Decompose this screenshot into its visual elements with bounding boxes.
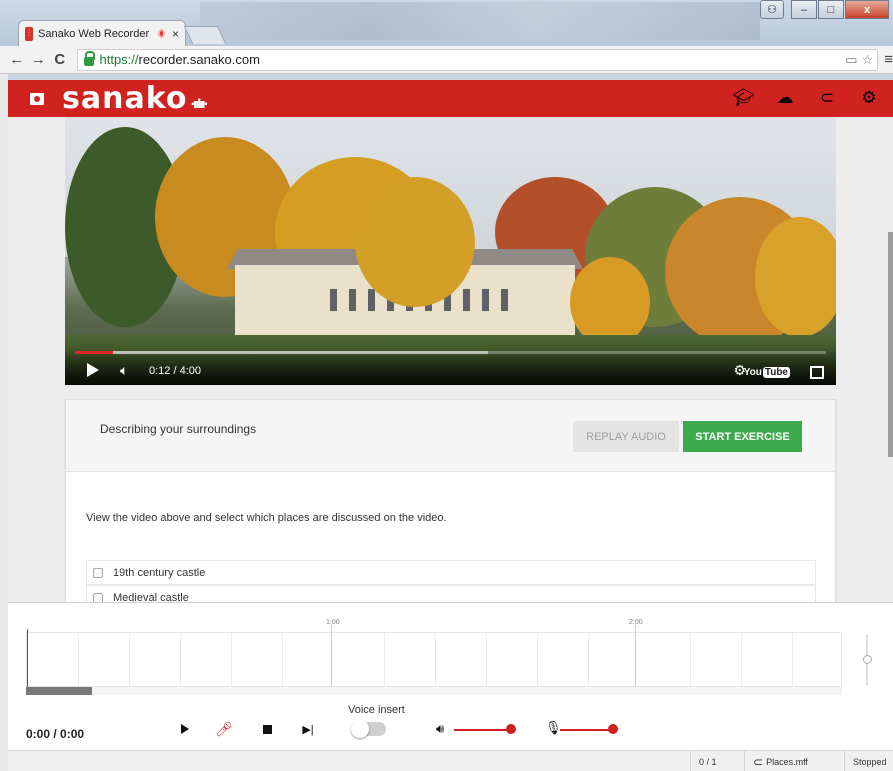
paperclip-icon: ⊂ [753, 754, 764, 769]
track-counter: 0 / 1 [690, 751, 744, 771]
zoom-slider-knob[interactable] [863, 655, 872, 664]
checkbox[interactable] [93, 592, 103, 602]
record-mic-icon[interactable]: 🎤︎ [215, 721, 233, 737]
user-profile-button[interactable]: ⚇ [760, 0, 784, 19]
voice-insert-label: Voice insert [348, 704, 405, 716]
track-count: 0 / 1 [699, 756, 717, 767]
video-progress-bar[interactable] [75, 351, 826, 354]
back-button[interactable]: ← [6, 51, 28, 68]
timeline-scrollbar-thumb[interactable] [26, 687, 92, 695]
timeline-scrollbar[interactable] [26, 687, 842, 695]
video-volume-icon[interactable]: 🔈︎ [120, 362, 128, 379]
stop-button[interactable] [259, 721, 275, 737]
ruler-label-1min: 1:00 [326, 619, 340, 626]
url-host: recorder.sanako.com [138, 52, 260, 67]
recorder-time: 0:00 / 0:00 [26, 727, 85, 741]
browser-tab[interactable]: ⫶ Sanako Web Recorder × [18, 20, 186, 46]
video-tree [755, 217, 836, 337]
youtube-logo-you: You [743, 367, 762, 378]
option-19th-century-castle[interactable]: 19th century castle [86, 560, 816, 585]
lock-icon [83, 51, 95, 66]
video-tree [355, 177, 475, 307]
omnibox-icons: ▭ ☆ [845, 52, 873, 68]
profile-icon[interactable] [30, 92, 44, 105]
url-text: https://recorder.sanako.com [100, 52, 260, 67]
window-controls: ⚇ – □ x [760, 0, 889, 19]
file-name: ⊂ Places.mff [744, 751, 844, 771]
start-exercise-button[interactable]: START EXERCISE [683, 421, 802, 452]
url-input[interactable]: https://recorder.sanako.com ▭ ☆ [76, 48, 879, 71]
microphone-icon: 🎙︎ [545, 720, 562, 735]
youtube-logo[interactable]: You Tube [744, 367, 790, 378]
option-label: 19th century castle [113, 566, 206, 579]
option-medieval-castle[interactable]: Medieval castle [86, 585, 816, 602]
exercise-header: Describing your surroundings REPLAY AUDI… [66, 400, 835, 472]
option-label: Medieval castle [113, 591, 189, 603]
recorder-panel: 1:00 2:00 0:00 / 0:00 🎤︎ ▶| Voice insert… [8, 602, 893, 750]
page-content: 🔈︎ 0:12 / 4:00 ⚙ You Tube Describing your… [8, 117, 893, 602]
playback-volume-knob[interactable] [506, 724, 516, 734]
gear-icon[interactable]: ⚙ [859, 89, 879, 107]
logo-wave-icon: ·ıılıı· [190, 96, 208, 111]
playback-volume-slider[interactable] [454, 729, 511, 731]
video-progress-fill [75, 351, 113, 354]
star-icon[interactable]: ☆ [862, 52, 874, 68]
microphone-volume-knob[interactable] [608, 724, 619, 734]
checkbox[interactable] [93, 567, 103, 578]
voice-insert-toggle-knob[interactable] [351, 720, 369, 738]
minimize-button[interactable]: – [791, 0, 817, 19]
cast-icon[interactable]: ▭ [845, 52, 857, 68]
exercise-card: Describing your surroundings REPLAY AUDI… [65, 399, 836, 602]
page-scrollbar[interactable] [888, 232, 893, 457]
video-play-button[interactable] [87, 363, 99, 377]
sanako-logo: sanako ·ıılıı· [62, 80, 208, 116]
window-titlebar: ⫶ Sanako Web Recorder × ⚇ – □ x [0, 0, 893, 46]
status-bar: 0 / 1 ⊂ Places.mff Stopped [8, 750, 893, 771]
browser-menu-icon[interactable]: ≡ [884, 51, 893, 68]
maximize-button[interactable]: □ [818, 0, 844, 19]
replay-audio-button[interactable]: REPLAY AUDIO [573, 421, 679, 452]
skip-to-end-icon[interactable]: ▶| [300, 721, 316, 737]
app-header: sanako ·ıılıı· 🎓︎ ☁ ⊂ ⚙ [8, 80, 893, 117]
waveform-timeline[interactable] [26, 625, 842, 693]
recording-indicator-icon [158, 29, 165, 38]
status-state-text: Stopped [853, 756, 887, 767]
timeline-marker-2min [635, 625, 636, 688]
header-icons: 🎓︎ ☁ ⊂ ⚙ [733, 89, 879, 107]
microphone-volume-slider[interactable] [560, 729, 614, 731]
file-name-text: Places.mff [766, 756, 808, 767]
playback-volume-icon: 🔊︎ [436, 721, 445, 736]
fullscreen-icon[interactable] [810, 366, 824, 379]
close-window-button[interactable]: x [845, 0, 889, 19]
forward-button[interactable]: → [28, 51, 50, 68]
timeline-marker-1min [331, 625, 332, 688]
cloud-icon[interactable]: ☁ [775, 89, 795, 107]
reload-button[interactable]: C [49, 51, 71, 68]
video-time: 0:12 / 4:00 [149, 365, 201, 377]
background-blur [200, 2, 760, 40]
paperclip-icon[interactable]: ⊂ [817, 89, 837, 107]
tab-title: Sanako Web Recorder [38, 27, 150, 40]
status-state: Stopped [844, 751, 893, 771]
tab-close-button[interactable]: × [172, 27, 179, 41]
exercise-title: Describing your surroundings [100, 422, 257, 436]
play-button[interactable] [177, 721, 193, 737]
video-buffer [75, 351, 489, 354]
playhead[interactable] [27, 629, 28, 693]
sanako-favicon-icon: ⫶ [25, 26, 34, 41]
youtube-video-player[interactable]: 🔈︎ 0:12 / 4:00 ⚙ You Tube [65, 117, 836, 385]
window-left-edge [0, 74, 8, 771]
url-scheme: https:// [99, 52, 139, 67]
video-tree [570, 257, 650, 347]
exercise-instruction: View the video above and select which pl… [86, 512, 447, 524]
youtube-logo-tube: Tube [762, 367, 790, 378]
address-bar: ← → C https://recorder.sanako.com ▭ ☆ ≡ [0, 46, 893, 74]
graduation-cap-icon[interactable]: 🎓︎ [733, 89, 755, 107]
logo-text: sanako [62, 80, 188, 116]
